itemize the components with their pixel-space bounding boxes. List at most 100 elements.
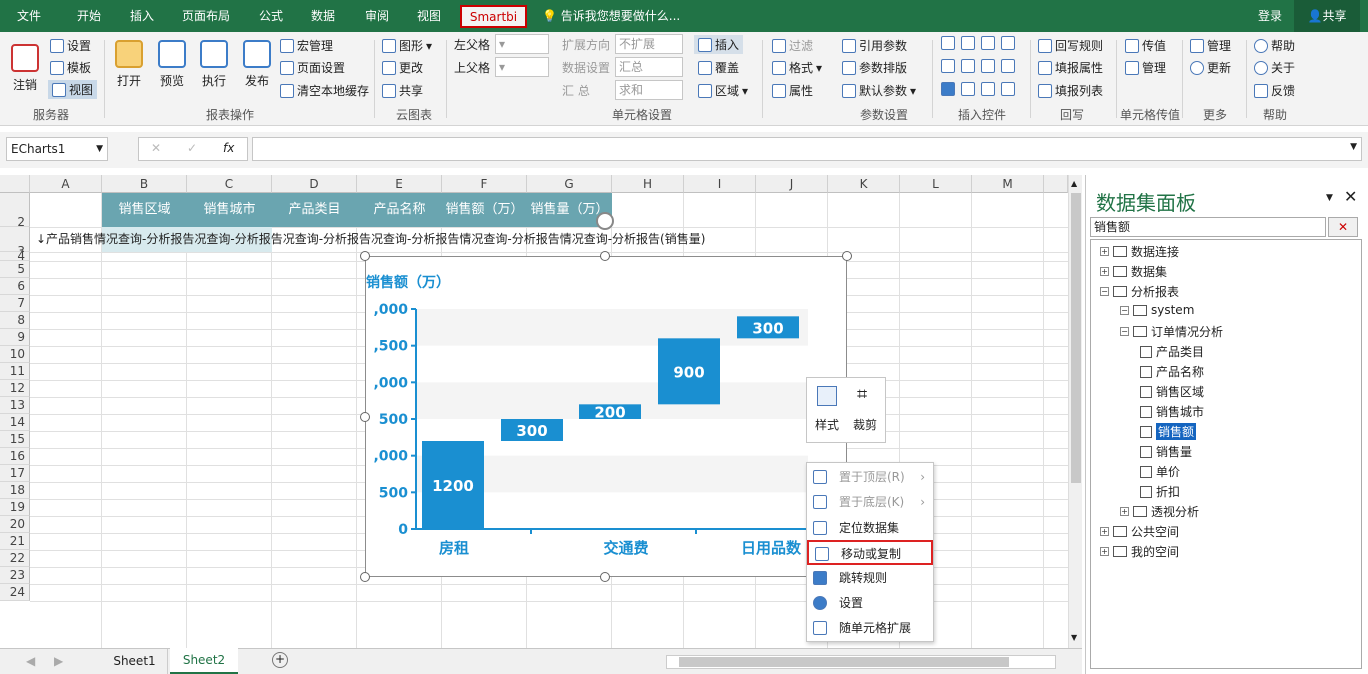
- pass-manage-button[interactable]: 管理: [1125, 59, 1166, 76]
- row-header[interactable]: 22: [0, 550, 30, 567]
- tab-review[interactable]: 审阅: [354, 0, 400, 32]
- radio-ctrl-icon[interactable]: [961, 82, 975, 96]
- sheet-tab[interactable]: Sheet1: [102, 649, 168, 674]
- writeback-rule-button[interactable]: 回写规则: [1038, 37, 1103, 54]
- clear-search-icon[interactable]: ✕: [1328, 217, 1358, 237]
- col-header[interactable]: F: [442, 175, 527, 193]
- fill-list-button[interactable]: 填报列表: [1038, 82, 1103, 99]
- row-header[interactable]: 6: [0, 278, 30, 295]
- button-ctrl-icon[interactable]: [981, 82, 995, 96]
- tab-data[interactable]: 数据: [300, 0, 346, 32]
- row-header[interactable]: 21: [0, 533, 30, 550]
- more-manage-button[interactable]: 管理: [1190, 37, 1231, 54]
- row-header[interactable]: 16: [0, 448, 30, 465]
- tree-node[interactable]: − 订单情况分析: [1120, 323, 1223, 340]
- row-header[interactable]: 20: [0, 516, 30, 533]
- col-header[interactable]: L: [900, 175, 972, 193]
- select-all-corner[interactable]: [0, 175, 30, 193]
- row-header[interactable]: 14: [0, 414, 30, 431]
- view-button[interactable]: 视图: [48, 80, 98, 99]
- cancel-icon[interactable]: ✕: [151, 141, 161, 155]
- param-layout-button[interactable]: 参数排版: [842, 59, 907, 76]
- grid-ctrl-icon[interactable]: [941, 59, 955, 73]
- expand-toggle-icon[interactable]: −: [1120, 305, 1129, 315]
- logout-button[interactable]: 注销: [8, 44, 42, 93]
- tree-node[interactable]: 销售区域: [1140, 383, 1204, 400]
- row-header[interactable]: 18: [0, 482, 30, 499]
- dropdown-ctrl-icon[interactable]: [941, 36, 955, 50]
- col-header[interactable]: G: [527, 175, 612, 193]
- header-cell[interactable]: 销售额（万）: [442, 193, 527, 227]
- tab-home[interactable]: 开始: [64, 0, 114, 32]
- name-box[interactable]: ECharts1 ▼: [6, 137, 108, 161]
- row-header[interactable]: 5: [0, 261, 30, 278]
- tree-node[interactable]: + 数据连接: [1100, 243, 1179, 260]
- menu-item-jump-rule[interactable]: 跳转规则: [807, 566, 933, 591]
- help-button[interactable]: 帮助: [1254, 37, 1295, 54]
- col-header[interactable]: B: [102, 175, 187, 193]
- share-button[interactable]: 👤共享: [1294, 0, 1360, 32]
- menu-item-send-to-back[interactable]: 置于底层(K) ›: [807, 490, 933, 515]
- tell-me-search[interactable]: 💡 告诉我您想要做什么...: [542, 0, 692, 32]
- rotate-handle-icon[interactable]: [596, 212, 614, 230]
- pass-value-button[interactable]: 传值: [1125, 37, 1166, 54]
- menu-item-expand-with-cell[interactable]: 随单元格扩展: [807, 616, 933, 641]
- tree-node[interactable]: 产品名称: [1140, 363, 1204, 380]
- row-header[interactable]: 17: [0, 465, 30, 482]
- settings-button[interactable]: 设置: [50, 37, 91, 54]
- edit-ctrl-icon[interactable]: [981, 59, 995, 73]
- row-header[interactable]: 13: [0, 397, 30, 414]
- template-button[interactable]: 模板: [50, 59, 91, 76]
- ref-param-button[interactable]: 引用参数: [842, 37, 907, 54]
- expand-toggle-icon[interactable]: +: [1120, 507, 1129, 516]
- col-header[interactable]: E: [357, 175, 442, 193]
- tree-node[interactable]: + 透视分析: [1120, 503, 1199, 520]
- expand-toggle-icon[interactable]: +: [1100, 527, 1109, 536]
- insert-mode-button[interactable]: 插入: [694, 35, 744, 54]
- col-header[interactable]: I: [684, 175, 756, 193]
- data-setting-select[interactable]: 汇总: [615, 57, 683, 77]
- horizontal-scrollbar[interactable]: [666, 655, 1056, 669]
- formula-input[interactable]: ▼: [252, 137, 1362, 161]
- row-header[interactable]: 3: [0, 227, 30, 258]
- col-header[interactable]: C: [187, 175, 272, 193]
- tree-node[interactable]: 销售量: [1140, 443, 1192, 460]
- update-button[interactable]: 更新: [1190, 59, 1231, 76]
- fill-attr-button[interactable]: 填报属性: [1038, 59, 1103, 76]
- tree-node[interactable]: + 我的空间: [1100, 543, 1179, 560]
- about-button[interactable]: 关于: [1254, 59, 1295, 76]
- next-sheet-icon[interactable]: ▶: [54, 654, 63, 668]
- tree-node[interactable]: 销售城市: [1140, 403, 1204, 420]
- expand-toggle-icon[interactable]: −: [1100, 287, 1109, 296]
- panel-search-input[interactable]: 销售额: [1090, 217, 1326, 237]
- text-ctrl-icon[interactable]: [981, 36, 995, 50]
- col-header[interactable]: A: [30, 175, 102, 193]
- row-header[interactable]: 9: [0, 329, 30, 346]
- left-parent-select[interactable]: ▾: [495, 34, 549, 54]
- echarts-chart[interactable]: 销售额（万） ,000 ,500 ,000 500 ,000 500 0 1200 300 200…: [365, 256, 848, 577]
- h-scroll-thumb[interactable]: [679, 657, 1009, 667]
- area-button[interactable]: 区域 ▾: [698, 82, 748, 99]
- header-cell[interactable]: 产品类目: [272, 193, 357, 227]
- menu-item-settings[interactable]: 设置: [807, 591, 933, 616]
- tab-insert[interactable]: 插入: [118, 0, 166, 32]
- date-ctrl-icon[interactable]: [961, 59, 975, 73]
- cloud-share-button[interactable]: 共享: [382, 82, 423, 99]
- col-header[interactable]: D: [272, 175, 357, 193]
- tree-node[interactable]: − system: [1120, 303, 1194, 317]
- row-header[interactable]: 11: [0, 363, 30, 380]
- menu-item-locate-dataset[interactable]: 定位数据集: [807, 516, 933, 541]
- scroll-thumb[interactable]: [1071, 193, 1081, 483]
- modify-button[interactable]: 更改: [382, 59, 423, 76]
- filter-button[interactable]: 过滤: [772, 37, 813, 54]
- expand-dir-select[interactable]: 不扩展: [615, 34, 683, 54]
- preview-button[interactable]: 预览: [155, 40, 189, 89]
- tab-formula[interactable]: 公式: [248, 0, 294, 32]
- tab-view[interactable]: 视图: [406, 0, 452, 32]
- execute-button[interactable]: 执行: [197, 40, 231, 89]
- header-cell[interactable]: 销售城市: [187, 193, 272, 227]
- checkbox-ctrl-icon[interactable]: [941, 82, 955, 96]
- tree-node[interactable]: + 公共空间: [1100, 523, 1179, 540]
- tree-node[interactable]: 折扣: [1140, 483, 1180, 500]
- confirm-icon[interactable]: ✓: [187, 141, 197, 155]
